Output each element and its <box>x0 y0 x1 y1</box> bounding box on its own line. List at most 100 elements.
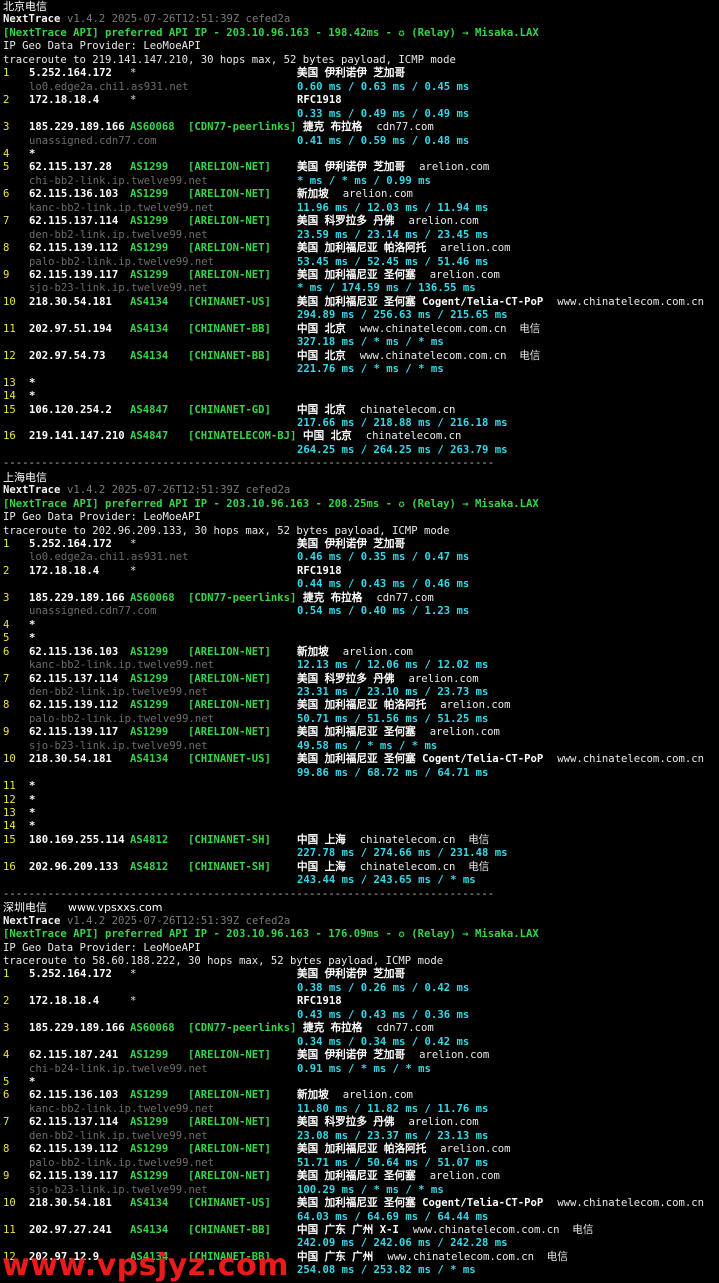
hop-domain: www.chinatelecom.com.cn 电信 <box>359 349 541 362</box>
hop-number: 9 <box>3 726 10 739</box>
hop-number: 6 <box>3 188 10 201</box>
hop-hostname: kanc-bb2-link.ip.twelve99.net <box>29 659 214 672</box>
hop-rtt: 0.34 ms / 0.34 ms / 0.42 ms <box>297 1035 470 1048</box>
hop-number: 2 <box>3 995 10 1008</box>
hop-number: 3 <box>3 121 10 134</box>
hop-geo: 新加坡 <box>297 188 329 201</box>
hop-geo: 捷克 布拉格 <box>303 1022 363 1035</box>
hop-geo: RFC1918 <box>297 94 342 107</box>
hop-ip: 5.252.164.172 <box>29 538 112 550</box>
hop-number: 14 <box>3 390 16 403</box>
hop-tag: [CDN77-peerlinks] <box>188 1022 297 1035</box>
hop-domain: www.chinatelecom.com.cn 电信 <box>412 1223 594 1236</box>
hop-hostname: lo0.edge2a.chi1.as931.net <box>29 551 189 564</box>
hop-ip: 62.115.137.114 <box>29 1116 119 1129</box>
hop-rtt: * ms / * ms / 0.99 ms <box>297 174 431 187</box>
hop-hostname: palo-bb2-link.ip.twelve99.net <box>29 712 214 725</box>
hop-number: 11 <box>3 322 16 335</box>
hop-geo: RFC1918 <box>297 995 342 1008</box>
hop-asn: AS1299 <box>130 1049 169 1062</box>
hop-hostname: sjo-b23-link.ip.twelve99.net <box>29 739 208 752</box>
hop-ip: * <box>29 618 36 631</box>
hop-ip: 62.115.139.117 <box>29 726 119 739</box>
hop-asn: AS4134 <box>130 1223 169 1236</box>
hop-rtt: 11.96 ms / 12.03 ms / 11.94 ms <box>297 201 489 214</box>
hop-domain: chinatelecom.cn 电信 <box>359 860 490 873</box>
hop-geo: 中国 北京 <box>303 430 352 443</box>
hop-domain: arelion.com <box>419 161 490 174</box>
separator-line: ----------------------------------------… <box>3 887 495 900</box>
hop-number: 1 <box>3 538 10 550</box>
hop-geo: 新加坡 <box>297 645 329 658</box>
hop-tag: [CHINANET-US] <box>188 1197 271 1210</box>
hop-asn: AS4134 <box>130 753 169 766</box>
hop-tag: [ARELION-NET] <box>188 699 271 712</box>
hop-asn: AS1299 <box>130 1170 169 1183</box>
hop-ip: 62.115.187.241 <box>29 1049 119 1062</box>
hop-number: 1 <box>3 968 10 981</box>
traceroute-text: traceroute to 202.96.209.133, 30 hops ma… <box>3 524 450 537</box>
hop-hostname: den-bb2-link.ip.twelve99.net <box>29 1129 208 1142</box>
hop-asn: AS1299 <box>130 242 169 255</box>
hop-rtt: 23.31 ms / 23.10 ms / 23.73 ms <box>297 685 489 698</box>
hop-tag: [CHINANET-US] <box>188 295 271 308</box>
hop-hostname: palo-bb2-link.ip.twelve99.net <box>29 255 214 268</box>
hop-ip: 172.18.18.4 <box>29 564 100 577</box>
hop-domain: arelion.com <box>440 242 511 255</box>
hop-domain: arelion.com <box>440 1143 511 1156</box>
hop-number: 5 <box>3 1076 10 1088</box>
hop-rtt: 0.54 ms / 0.40 ms / 1.23 ms <box>297 605 470 618</box>
hop-number: 6 <box>3 1089 10 1102</box>
separator-line: ----------------------------------------… <box>3 457 495 470</box>
hop-geo: 美国 科罗拉多 丹佛 <box>297 1116 395 1129</box>
hop-number: 6 <box>3 645 10 658</box>
hop-hostname: sjo-b23-link.ip.twelve99.net <box>29 282 208 295</box>
hop-hostname: kanc-bb2-link.ip.twelve99.net <box>29 201 214 214</box>
hop-number: 4 <box>3 618 10 631</box>
hop-geo: 美国 伊利诺伊 芝加哥 <box>297 968 406 981</box>
hop-ip: 62.115.139.112 <box>29 699 119 712</box>
hop-asn: * <box>130 968 137 981</box>
hop-hostname: sjo-b23-link.ip.twelve99.net <box>29 1183 208 1196</box>
api-line-text: [NextTrace API] preferred API IP - 203.1… <box>3 497 539 510</box>
hop-tag: [ARELION-NET] <box>188 269 271 281</box>
hop-ip: 219.141.147.210 <box>29 430 125 443</box>
geo-provider-text: IP Geo Data Provider: LeoMoeAPI <box>3 40 201 53</box>
tool-version: v1.4.2 2025-07-26T12:51:39Z cefed2a <box>67 13 291 26</box>
hop-number: 5 <box>3 632 10 645</box>
hop-tag: [ARELION-NET] <box>188 215 271 228</box>
hop-hostname: chi-bb2-link.ip.twelve99.net <box>29 174 208 187</box>
hop-geo: 中国 北京 <box>297 349 346 362</box>
hop-geo: 美国 伊利诺伊 芝加哥 <box>297 67 406 80</box>
hop-geo: 捷克 布拉格 <box>303 591 363 604</box>
hop-tag: [ARELION-NET] <box>188 645 271 658</box>
hop-asn: AS4812 <box>130 860 169 873</box>
hop-asn: AS4847 <box>130 403 169 416</box>
hop-geo: 中国 北京 <box>297 403 346 416</box>
hop-domain: arelion.com <box>440 699 511 712</box>
hop-asn: AS4812 <box>130 833 169 846</box>
hop-asn: AS60068 <box>130 121 175 134</box>
hop-rtt: * ms / 174.59 ms / 136.55 ms <box>297 282 476 295</box>
section-title-text: 北京电信 <box>3 0 47 13</box>
hop-geo: 美国 科罗拉多 丹佛 <box>297 672 395 685</box>
hop-tag: [ARELION-NET] <box>188 1089 271 1102</box>
hop-asn: AS1299 <box>130 1143 169 1156</box>
hop-rtt: 227.78 ms / 274.66 ms / 231.48 ms <box>297 847 508 860</box>
hop-rtt: 23.59 ms / 23.14 ms / 23.45 ms <box>297 228 489 241</box>
hop-number: 7 <box>3 215 10 228</box>
tool-version: v1.4.2 2025-07-26T12:51:39Z cefed2a <box>67 914 291 927</box>
hop-rtt: 0.91 ms / * ms / * ms <box>297 1062 431 1075</box>
hop-asn: AS1299 <box>130 699 169 712</box>
hop-ip: 202.97.27.241 <box>29 1223 112 1236</box>
hop-asn: AS4134 <box>130 295 169 308</box>
hop-asn: AS60068 <box>130 591 175 604</box>
hop-asn: * <box>130 67 137 80</box>
hop-hostname: kanc-bb2-link.ip.twelve99.net <box>29 1102 214 1115</box>
hop-ip: * <box>29 820 36 833</box>
hop-number: 4 <box>3 1049 10 1062</box>
hop-ip: 62.115.139.112 <box>29 242 119 255</box>
hop-geo: 美国 加利福尼亚 圣何塞 Cogent/Telia-CT-PoP <box>297 753 544 766</box>
hop-rtt: 0.46 ms / 0.35 ms / 0.47 ms <box>297 551 470 564</box>
hop-asn: AS1299 <box>130 1116 169 1129</box>
